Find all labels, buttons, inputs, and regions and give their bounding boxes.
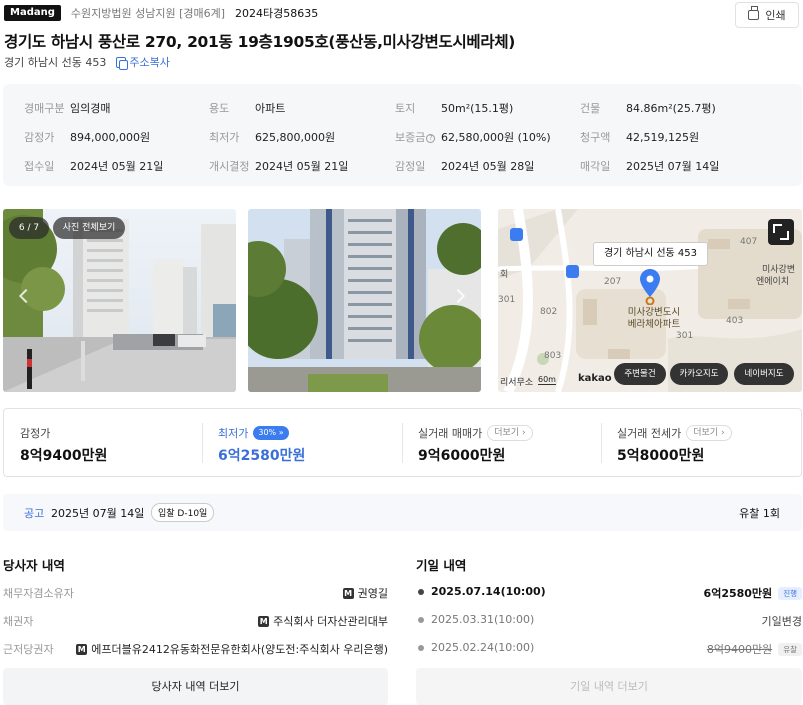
fail-count: 유찰 1회 [739, 507, 780, 520]
view-all-photos-button[interactable]: 사진 전체보기 [53, 217, 125, 239]
location-pin-icon[interactable] [640, 269, 660, 305]
status-badge: 유찰 [778, 642, 802, 656]
info-usage: 용도 아파트 [209, 102, 286, 115]
info-sale-date: 매각일 2025년 07월 14일 [580, 160, 720, 173]
nearby-listings-button[interactable]: 주변물건 [614, 363, 666, 385]
map-label: 802 [540, 307, 558, 317]
print-button[interactable]: 인쇄 [735, 2, 799, 28]
m-badge-icon: M [342, 587, 354, 599]
help-icon[interactable]: ? [426, 134, 436, 143]
map-scale: 60m [538, 375, 556, 385]
map-label: 301 [498, 295, 516, 305]
parties-title: 당사자 내역 [3, 558, 65, 573]
m-badge-icon: M [76, 643, 88, 655]
map-label: 회 [500, 270, 509, 280]
map-label: 리서무소 [500, 378, 534, 388]
location-map[interactable]: 407 207 802 803 회 미사강변 엔에이치 301 403 301 … [498, 209, 802, 392]
discount-badge: 30% » [253, 426, 289, 440]
map-marker-label: 미사강변도시 베라체아파트 [627, 307, 681, 330]
copy-icon [116, 56, 129, 70]
bus-stop-icon[interactable] [510, 228, 523, 241]
chevron-right-icon: › [521, 428, 526, 438]
kakao-map-button[interactable]: 카카오지도 [670, 363, 728, 385]
map-label: 207 [604, 277, 622, 287]
map-address-callout: 경기 하남시 선동 453 [593, 242, 708, 266]
bullet-icon [418, 589, 424, 595]
copy-address-button[interactable]: 주소복사 [116, 54, 170, 70]
info-claim: 청구액 42,519,125원 [580, 131, 700, 144]
parties-more-button[interactable]: 당사자 내역 더보기 [3, 668, 388, 705]
map-label: 803 [544, 351, 562, 361]
brand-logo[interactable]: Madang [4, 5, 61, 21]
bus-stop-icon[interactable] [566, 265, 579, 278]
m-badge-icon: M [258, 615, 270, 627]
divider [202, 423, 203, 463]
info-commencement: 개시결정 2024년 05월 21일 [209, 160, 349, 173]
dday-badge: 입찰 D-10일 [151, 503, 215, 522]
map-label: 301 [676, 331, 694, 341]
status-badge: 진행 [778, 586, 802, 600]
info-received: 접수일 2024년 05월 21일 [24, 160, 164, 173]
info-land: 토지 50m²(15.1평) [395, 102, 514, 115]
jibun-address-row: 경기 하남시 선동 453 주소복사 [4, 54, 170, 70]
bullet-icon [418, 617, 424, 623]
info-appraisal: 감정가 894,000,000원 [24, 131, 151, 144]
info-minimum: 최저가 625,800,000원 [209, 131, 336, 144]
info-deposit: 보증금? 62,580,000원 (10%) [395, 131, 551, 144]
map-label: 407 [740, 237, 758, 247]
bullet-icon [418, 645, 424, 651]
map-label: 403 [726, 316, 744, 326]
expand-map-icon[interactable] [768, 219, 794, 245]
case-number: 2024타경58635 [235, 7, 319, 20]
jibun-address: 경기 하남시 선동 453 [4, 56, 107, 69]
notice-label: 공고 [24, 507, 45, 520]
photo-counter: 6 / 7 [9, 217, 49, 239]
history-more-button[interactable]: 기일 내역 더보기 [416, 668, 802, 705]
property-photo-1[interactable]: 6 / 7 사진 전체보기 [3, 209, 236, 392]
double-chevron-down-icon: » [278, 428, 284, 437]
history-title: 기일 내역 [416, 558, 467, 573]
property-photo-2[interactable] [248, 209, 481, 392]
copy-label: 주소복사 [129, 56, 170, 69]
divider [601, 423, 602, 463]
notice-date: 2025년 07월 14일 [51, 507, 145, 520]
real-jeonse-more-button[interactable]: 더보기 › [686, 425, 732, 441]
info-building: 건물 84.86m²(25.7평) [580, 102, 716, 115]
map-label: 엔에이치 [756, 277, 790, 287]
info-appraisal-date: 감정일 2024년 05월 28일 [395, 160, 535, 173]
top-bar: Madang 수원지방법원 성남지원 [경매6계] 2024타경58635 인쇄 [4, 2, 799, 28]
property-title: 경기도 하남시 풍산로 270, 201동 19층1905호(풍산동,미사강변도… [4, 33, 516, 51]
photo-building-image [248, 209, 481, 392]
info-auction-type: 경매구분 임의경매 [24, 102, 111, 115]
auction-info-panel: 경매구분 임의경매 용도 아파트 토지 50m²(15.1평) 건물 84.86m²(2… [3, 84, 802, 186]
court-name: 수원지방법원 성남지원 [경매6계] [70, 7, 226, 20]
price-summary: 감정가 8억9400만원 최저가 30% » 6억2580만원 실거래 매매가 더보… [3, 408, 802, 477]
divider [402, 423, 403, 463]
notice-bar: 공고 2025년 07월 14일 입찰 D-10일 유찰 1회 [3, 494, 802, 531]
chevron-right-icon: › [720, 428, 725, 438]
printer-icon [748, 6, 760, 20]
real-sale-more-button[interactable]: 더보기 › [487, 425, 533, 441]
map-provider-logo: kakao [578, 373, 612, 384]
print-label: 인쇄 [765, 9, 786, 22]
naver-map-button[interactable]: 네이버지도 [734, 363, 794, 385]
